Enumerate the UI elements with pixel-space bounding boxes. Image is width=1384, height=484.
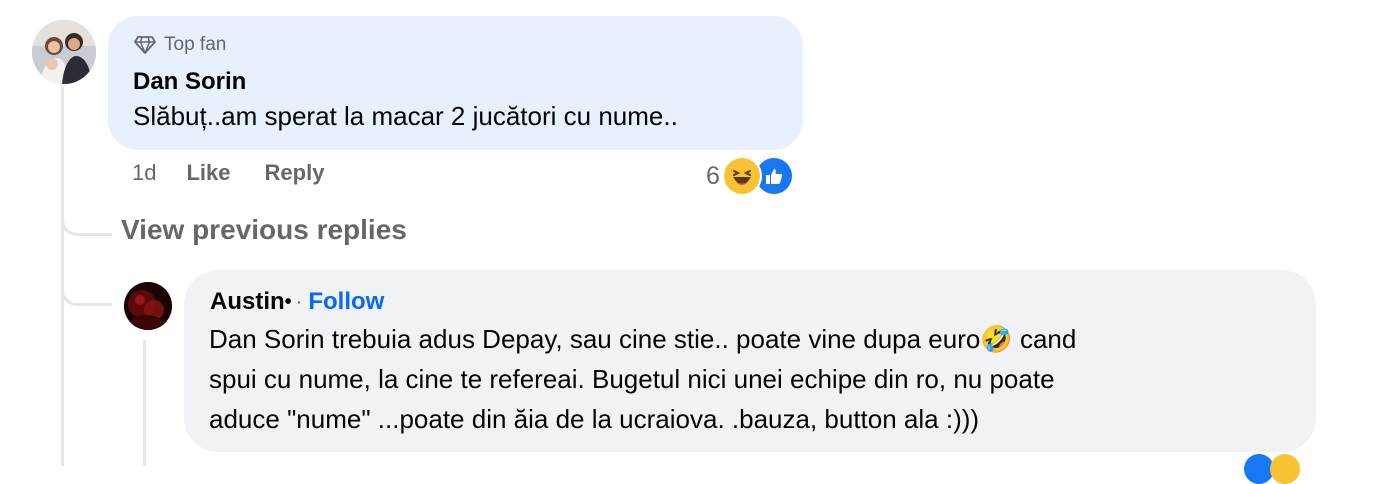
- separator-dot: ·: [295, 290, 303, 313]
- haha-icon: [1270, 454, 1300, 484]
- diamond-icon: [134, 36, 156, 54]
- thread-connector-reply: [61, 270, 112, 306]
- top-fan-badge: Top fan: [134, 34, 226, 56]
- reaction-count: 6: [706, 161, 720, 190]
- view-previous-replies-link[interactable]: View previous replies: [121, 214, 407, 246]
- reaction-summary[interactable]: 6: [706, 156, 794, 196]
- comment-text: Slăbuț..am sperat la macar 2 jucători cu…: [133, 101, 678, 131]
- reply-text-line-2: spui cu nume, la cine te refereai. Buget…: [209, 364, 1055, 394]
- follow-button[interactable]: Follow: [308, 288, 384, 316]
- avatar[interactable]: [32, 20, 96, 84]
- comment-author[interactable]: Dan Sorin: [133, 68, 246, 96]
- reply-author-suffix: •: [284, 290, 292, 313]
- reply-header: Austin • · Follow: [210, 288, 384, 316]
- reply-text-line-3: aduce "nume" ...poate din ăia de la ucra…: [209, 404, 980, 434]
- reply-bubble: Austin • · Follow Dan Sorin trebuia adus…: [184, 270, 1316, 452]
- reply-avatar-photo: [124, 282, 172, 330]
- avatar-photo: [32, 20, 96, 84]
- reply-text-line-1: Dan Sorin trebuia adus Depay, sau cine s…: [209, 324, 1077, 354]
- thread-line-reply: [143, 340, 146, 466]
- reply-author[interactable]: Austin: [210, 288, 285, 316]
- comment-bubble: Top fan Dan Sorin Slăbuț..am sperat la m…: [108, 16, 803, 150]
- comment-actions: 1d Like Reply: [132, 160, 358, 186]
- top-fan-label: Top fan: [164, 34, 227, 55]
- thread-connector-view-previous: [61, 200, 112, 236]
- reply-button[interactable]: Reply: [265, 160, 325, 186]
- like-button[interactable]: Like: [186, 160, 230, 186]
- haha-icon: [721, 156, 762, 196]
- comment-timestamp[interactable]: 1d: [132, 160, 156, 186]
- reply-avatar[interactable]: [124, 282, 172, 330]
